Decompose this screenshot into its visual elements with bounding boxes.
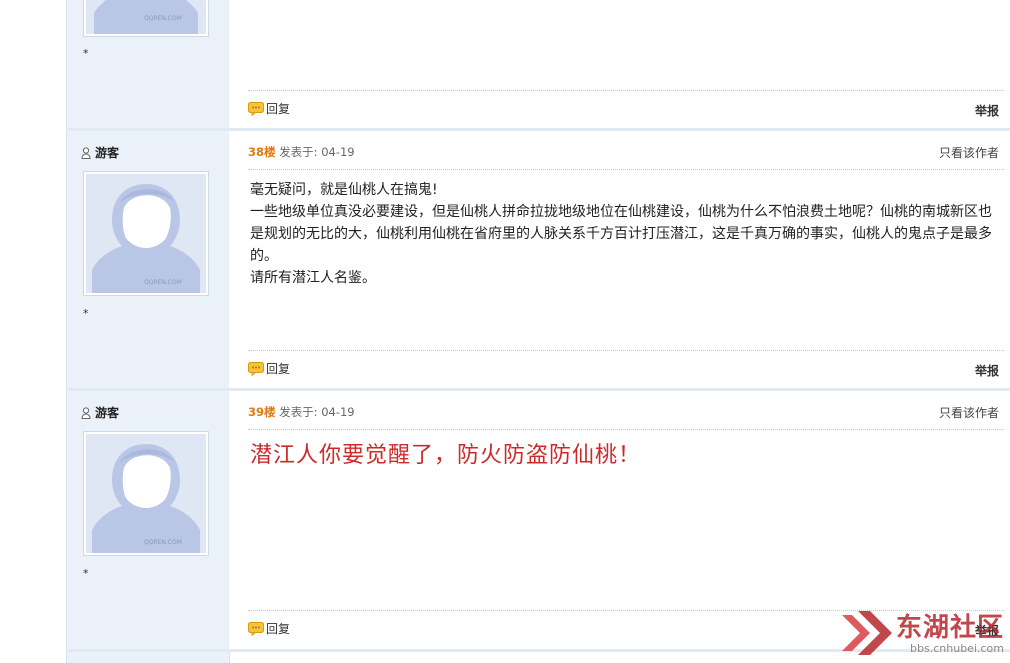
footer-divider bbox=[248, 350, 1004, 351]
reply-label: 回复 bbox=[266, 362, 291, 376]
author-sidebar: QQREN.COM * bbox=[66, 0, 230, 128]
reply-label: 回复 bbox=[266, 622, 291, 636]
post-content: 潜江人你要觉醒了，防火防盗防仙桃！ bbox=[250, 441, 1004, 471]
reply-button[interactable]: 回复 bbox=[248, 620, 290, 637]
post-content: 毫无疑问，就是仙桃人在搞鬼! 一些地级单位真没必要建设，但是仙桃人拼命拉拢地级地… bbox=[250, 179, 1004, 289]
dong-hu-logo-icon bbox=[841, 611, 892, 655]
thread: QQREN.COM * 回复 举报 游客 QQREN.COM * 38楼 发表于… bbox=[66, 0, 1010, 663]
post-body: 38楼 发表于: 04-19 只看该作者 毫无疑问，就是仙桃人在搞鬼! 一些地级… bbox=[229, 131, 1010, 388]
only-author-link[interactable]: 只看该作者 bbox=[939, 404, 999, 421]
reply-icon bbox=[248, 101, 264, 116]
site-watermark: 东湖社区 bbs.cnhubei.com bbox=[840, 609, 1004, 655]
floor-number[interactable]: 39楼 bbox=[248, 405, 276, 419]
author-label: 游客 bbox=[95, 146, 120, 160]
author-star: * bbox=[83, 47, 89, 60]
author-sidebar bbox=[66, 652, 230, 663]
report-link[interactable]: 举报 bbox=[975, 362, 999, 379]
post-previous: QQREN.COM * 回复 举报 bbox=[66, 0, 1010, 128]
avatar-silhouette: QQREN.COM bbox=[86, 0, 206, 34]
author-name[interactable]: 游客 bbox=[81, 144, 119, 161]
posted-at-label: 发表于: bbox=[279, 145, 318, 159]
author-star: * bbox=[83, 567, 89, 580]
watermark-title: 东湖社区 bbox=[895, 613, 1004, 643]
author-sidebar: 游客 QQREN.COM * bbox=[66, 131, 230, 388]
user-icon bbox=[81, 406, 91, 419]
author-star: * bbox=[83, 307, 89, 320]
avatar[interactable]: QQREN.COM bbox=[83, 431, 209, 556]
reply-button[interactable]: 回复 bbox=[248, 360, 290, 377]
content-line: 一些地级单位真没必要建设，但是仙桃人拼命拉拢地级地位在仙桃建设，仙桃为什么不怕浪… bbox=[250, 204, 992, 264]
avatar-caption: QQREN.COM bbox=[144, 15, 182, 22]
reply-label: 回复 bbox=[266, 102, 291, 116]
posted-at-label: 发表于: bbox=[279, 405, 318, 419]
left-gutter bbox=[0, 0, 66, 663]
avatar-silhouette: QQREN.COM bbox=[86, 174, 206, 293]
author-name[interactable]: 游客 bbox=[81, 404, 119, 421]
avatar[interactable]: QQREN.COM bbox=[83, 171, 209, 296]
avatar[interactable]: QQREN.COM bbox=[83, 0, 209, 37]
header-divider bbox=[248, 169, 1004, 170]
post-date: 04-19 bbox=[321, 405, 355, 419]
reply-icon bbox=[248, 621, 264, 636]
floor-number[interactable]: 38楼 bbox=[248, 145, 276, 159]
avatar-caption: QQREN.COM bbox=[144, 279, 182, 286]
avatar-caption: QQREN.COM bbox=[144, 539, 182, 546]
only-author-link[interactable]: 只看该作者 bbox=[939, 144, 999, 161]
header-divider bbox=[248, 429, 1004, 430]
reply-icon bbox=[248, 361, 264, 376]
post-date: 04-19 bbox=[321, 145, 355, 159]
content-line: 潜江人你要觉醒了，防火防盗防仙桃！ bbox=[250, 443, 642, 468]
author-sidebar: 游客 QQREN.COM * bbox=[66, 391, 230, 649]
content-line: 请所有潜江人名鉴。 bbox=[250, 270, 376, 286]
post-meta: 38楼 发表于: 04-19 bbox=[248, 144, 355, 160]
post-body: 回复 举报 bbox=[229, 0, 1010, 128]
post-meta: 39楼 发表于: 04-19 bbox=[248, 404, 355, 420]
post-38: 游客 QQREN.COM * 38楼 发表于: 04-19 只看该作者 毫无疑问… bbox=[66, 131, 1010, 388]
avatar-silhouette: QQREN.COM bbox=[86, 434, 206, 553]
user-icon bbox=[81, 146, 91, 159]
author-label: 游客 bbox=[95, 406, 120, 420]
content-line: 毫无疑问，就是仙桃人在搞鬼! bbox=[250, 182, 438, 198]
watermark-url: bbs.cnhubei.com bbox=[910, 642, 1004, 655]
reply-button[interactable]: 回复 bbox=[248, 100, 290, 117]
report-link[interactable]: 举报 bbox=[975, 102, 999, 119]
footer-divider bbox=[248, 90, 1004, 91]
